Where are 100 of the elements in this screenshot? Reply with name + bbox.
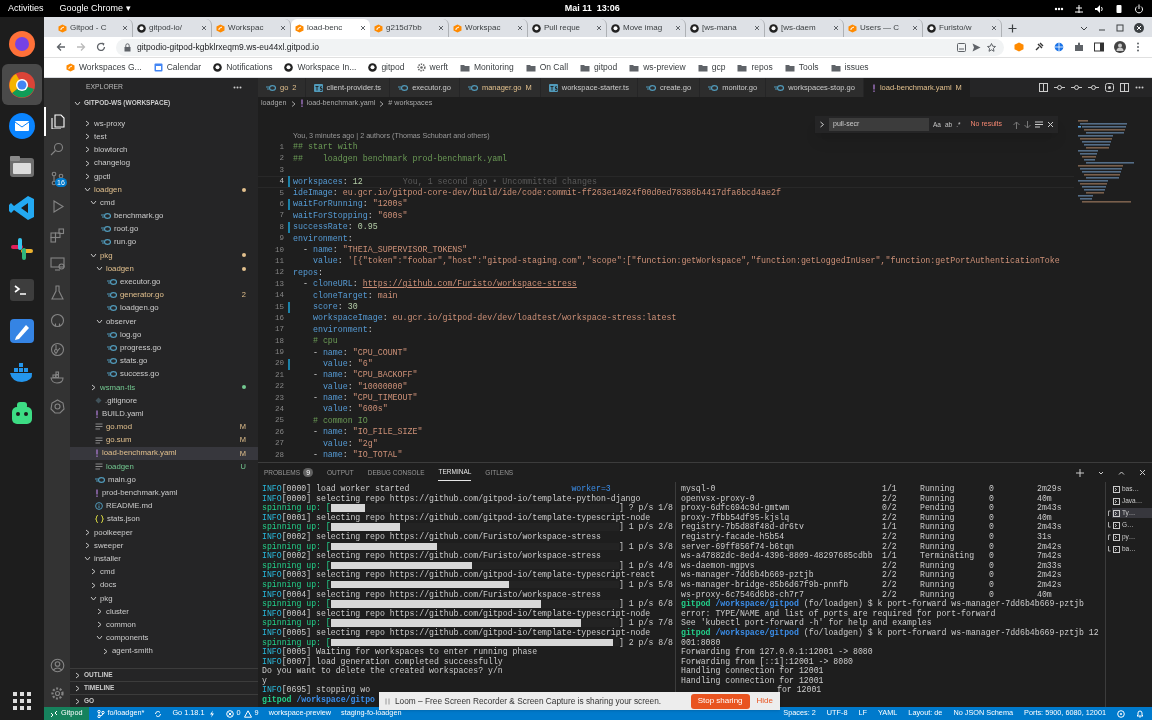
speaker-icon[interactable]: [1094, 3, 1104, 14]
whale-icon[interactable]: [49, 370, 65, 386]
app-menu[interactable]: Google Chrome ▾: [59, 1, 131, 16]
close-icon[interactable]: [675, 25, 681, 31]
globe-icon[interactable]: [1054, 42, 1064, 52]
bookmark[interactable]: On Call: [525, 61, 568, 74]
file-icon: [101, 226, 111, 233]
file-icon: [467, 84, 478, 91]
table-cell-text: 2/2: [882, 570, 898, 580]
terminal-line: INFO[0000] selecting repo https://github.com/gitpod-io/template-python-django: [262, 493, 641, 504]
bell-icon[interactable]: [1136, 709, 1144, 718]
preview-icon[interactable]: [1105, 83, 1114, 92]
bookmark[interactable]: repos: [737, 61, 773, 74]
stop-sharing-button[interactable]: Stop sharing: [690, 693, 750, 709]
bookmark[interactable]: ws-preview: [629, 61, 686, 74]
power-icon[interactable]: [1134, 3, 1144, 14]
blocks-icon[interactable]: [49, 227, 65, 243]
list-icon[interactable]: [1035, 121, 1043, 128]
tab-search-icon[interactable]: [957, 42, 966, 52]
close-icon[interactable]: [122, 25, 128, 31]
close-icon[interactable]: [360, 25, 366, 31]
close-icon[interactable]: [438, 25, 444, 31]
split-icon[interactable]: [1120, 83, 1129, 92]
commit-icon[interactable]: [1088, 83, 1099, 92]
pen-icon[interactable]: [8, 316, 36, 345]
commit-icon[interactable]: [1054, 83, 1065, 92]
table-cell-text: 40m: [1037, 512, 1053, 523]
code-line: environment:: [293, 232, 353, 245]
send-icon[interactable]: [972, 42, 981, 52]
back-icon[interactable]: [56, 42, 66, 52]
battery-icon[interactable]: [1114, 3, 1124, 14]
more-icon[interactable]: [1135, 86, 1144, 89]
arrow-up-icon[interactable]: [1013, 120, 1020, 129]
apps-grid-icon[interactable]: [13, 692, 31, 710]
bookmark[interactable]: werft: [416, 61, 448, 74]
close-icon[interactable]: [754, 25, 760, 31]
search-icon[interactable]: [49, 142, 65, 158]
monitor-icon[interactable]: [49, 256, 65, 272]
account-icon[interactable]: [49, 657, 65, 673]
clock[interactable]: Mai 11 13:06: [564, 1, 620, 16]
address-field[interactable]: gitpodio-gitpod-kgbklrxeqm9.ws-eu44xl.gitpod.io: [116, 38, 1004, 56]
bookmark[interactable]: Workspaces G...: [66, 61, 142, 74]
arrow-down-icon[interactable]: [1024, 120, 1031, 129]
chevron-right-icon[interactable]: [819, 121, 825, 128]
feedback-icon[interactable]: [1117, 709, 1125, 718]
bookmark[interactable]: gitpod: [368, 61, 405, 74]
caret-up-icon[interactable]: [1118, 469, 1125, 476]
maximize-icon[interactable]: [1116, 24, 1124, 32]
close-icon[interactable]: [1134, 23, 1144, 33]
lines-icon: [95, 423, 103, 431]
folder-icon: [580, 63, 590, 72]
more-icon[interactable]: [233, 86, 242, 89]
ring-icon[interactable]: [49, 313, 65, 329]
table-cell-text: 2/2: [882, 541, 898, 551]
bookmark[interactable]: Monitoring: [460, 61, 514, 74]
mail-icon[interactable]: [8, 111, 36, 140]
hexagon-icon: [453, 23, 462, 33]
activities-button[interactable]: Activities: [8, 1, 44, 16]
browser-icon[interactable]: [8, 29, 36, 58]
chevron-down-icon[interactable]: [1098, 469, 1104, 476]
close-icon[interactable]: [201, 25, 207, 31]
table-cell-text: Running: [920, 484, 956, 494]
bookmark[interactable]: Notifications: [213, 61, 273, 74]
commit-icon[interactable]: [1071, 83, 1082, 92]
close-icon[interactable]: [280, 25, 286, 31]
sidebar-icon[interactable]: [1094, 42, 1104, 52]
menu-icon[interactable]: [1136, 42, 1140, 52]
lines-icon: [95, 462, 103, 470]
table-cell-text: Terminating: [920, 551, 976, 561]
bookmark[interactable]: Tools: [784, 61, 819, 74]
puzzle-icon[interactable]: [1074, 42, 1084, 52]
sync-icon[interactable]: [154, 709, 163, 718]
terminal-text: spinning up: [: [262, 637, 331, 648]
bookmark[interactable]: gitpod: [580, 61, 618, 74]
close-icon[interactable]: [833, 25, 839, 31]
close-icon[interactable]: [991, 25, 997, 31]
star-icon[interactable]: [987, 42, 996, 52]
bookmark[interactable]: Workspace In...: [284, 61, 357, 74]
code-editor-icon[interactable]: [8, 193, 36, 222]
table-cell-text: proxy-7fbb54df95-kjslq: [681, 512, 790, 523]
reload-icon[interactable]: [96, 42, 106, 52]
plus-icon[interactable]: [1008, 23, 1017, 33]
table-cell-text: 2/2: [882, 512, 898, 522]
avatar-icon[interactable]: [1114, 41, 1126, 53]
bookmark[interactable]: gcp: [697, 61, 726, 74]
bookmark[interactable]: issues: [830, 61, 869, 74]
close-icon[interactable]: [912, 25, 918, 31]
settings-icon[interactable]: [49, 685, 65, 701]
flask-icon[interactable]: [49, 284, 65, 300]
close-icon[interactable]: [517, 25, 523, 31]
wheel-icon[interactable]: [49, 398, 65, 414]
file-icon: [266, 84, 276, 91]
table-cell-text: 40m: [1037, 493, 1053, 504]
chevron-down-icon[interactable]: [1080, 24, 1088, 32]
browser-icon[interactable]: [8, 70, 36, 99]
files-icon[interactable]: [50, 113, 66, 129]
close-icon[interactable]: [596, 25, 602, 31]
bookmark[interactable]: Calendar: [153, 61, 202, 74]
compare-icon[interactable]: [1039, 83, 1048, 92]
browser-tab[interactable]: load-benc: [291, 19, 370, 37]
